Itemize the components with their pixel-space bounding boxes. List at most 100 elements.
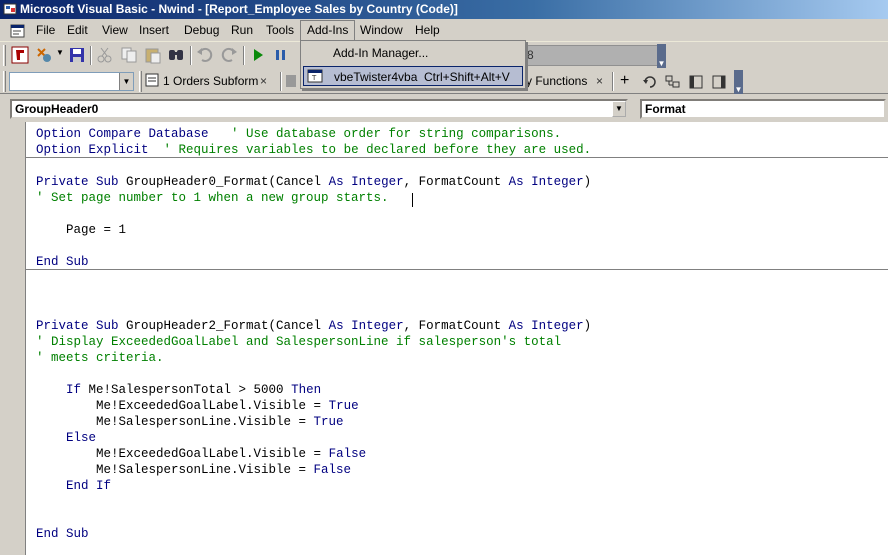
vbetwister-icon: T: [307, 69, 323, 83]
menu-run-label: Run: [231, 23, 254, 37]
code-editor[interactable]: Option Compare Database ' Use database o…: [26, 122, 888, 555]
toolbar-grip[interactable]: [3, 45, 6, 66]
menu-window[interactable]: Window: [354, 21, 409, 40]
toolbar-options-chevron[interactable]: ▼: [657, 44, 666, 68]
toolbar-separator: [280, 72, 282, 91]
tab-close-icon[interactable]: ×: [260, 72, 267, 91]
toolbar-grip[interactable]: [139, 71, 142, 92]
menu-tools[interactable]: Tools: [260, 21, 300, 40]
add-icon[interactable]: +: [620, 72, 629, 90]
toolbar-combo[interactable]: ▼: [9, 72, 134, 91]
code-token: , FormatCount: [403, 319, 509, 333]
code-token: Me!SalespersonLine.Visible =: [36, 463, 314, 477]
menu-run[interactable]: Run: [225, 21, 259, 40]
object-combo-arrow-icon[interactable]: ▼: [612, 101, 626, 117]
code-token: As Integer: [328, 319, 404, 333]
code-line[interactable]: Me!SalespersonLine.Visible = False: [36, 462, 351, 478]
code-token: Option Explicit: [36, 143, 149, 157]
dropdown-arrow-icon[interactable]: ▼: [56, 48, 64, 57]
copy-icon[interactable]: [120, 46, 138, 64]
code-line[interactable]: Else: [36, 430, 96, 446]
module-icon: [286, 75, 296, 87]
menu-add-ins[interactable]: Add-Ins: [300, 20, 356, 42]
save-icon[interactable]: [68, 46, 86, 64]
menu-tools-label: Tools: [266, 23, 295, 37]
menu-add-ins-label: Add-Ins: [307, 23, 349, 37]
menuitem-add-in-manager[interactable]: Add-In Manager...: [303, 43, 523, 63]
code-token: ): [583, 319, 592, 333]
redo-icon[interactable]: [220, 46, 238, 64]
combo-arrow-icon[interactable]: ▼: [119, 73, 133, 90]
menu-debug[interactable]: Debug: [178, 21, 225, 40]
toolbar-separator: [612, 72, 614, 91]
code-line[interactable]: Page = 1: [36, 222, 126, 238]
run-icon[interactable]: [249, 46, 267, 64]
panel-left-icon[interactable]: [687, 73, 705, 91]
code-token: GroupHeader2_Format(Cancel: [126, 319, 329, 333]
tab-close-icon[interactable]: ×: [596, 72, 603, 91]
code-token: ' Use database order for string comparis…: [208, 127, 562, 141]
menu-file[interactable]: File: [30, 21, 61, 40]
tab-orders-subform-label: 1 Orders Subform: [163, 74, 259, 88]
object-combo-value: GroupHeader0: [15, 102, 99, 116]
tab-utility-functions[interactable]: y Functions: [526, 72, 587, 91]
code-line[interactable]: Private Sub GroupHeader0_Format(Cancel A…: [36, 174, 591, 190]
find-icon[interactable]: [167, 46, 185, 64]
undo-icon[interactable]: [196, 46, 214, 64]
menu-edit[interactable]: Edit: [61, 21, 94, 40]
code-line[interactable]: Me!ExceededGoalLabel.Visible = True: [36, 398, 359, 414]
code-token: Me!SalespersonLine.Visible =: [36, 415, 314, 429]
toolbar-separator: [90, 46, 92, 65]
title-bar: Microsoft Visual Basic - Nwind - [Report…: [0, 0, 888, 19]
code-line[interactable]: Option Explicit ' Requires variables to …: [36, 142, 591, 158]
break-icon[interactable]: [272, 46, 290, 64]
code-token: True: [328, 399, 359, 413]
refresh-icon[interactable]: [641, 73, 659, 91]
menu-view-label: View: [102, 23, 128, 37]
code-token: Option Compare Database: [36, 127, 209, 141]
code-line[interactable]: Me!ExceededGoalLabel.Visible = False: [36, 446, 366, 462]
window-title: Microsoft Visual Basic - Nwind - [Report…: [20, 2, 458, 16]
vb-app-icon[interactable]: [3, 2, 17, 16]
procedure-combo[interactable]: Format: [640, 99, 886, 119]
code-token: Private Sub: [36, 175, 127, 189]
object-browser-icon[interactable]: [664, 73, 682, 91]
procedure-combo-value: Format: [645, 102, 686, 116]
code-window-icon[interactable]: [10, 23, 26, 39]
code-line[interactable]: End Sub: [36, 254, 89, 270]
toolbar-grip[interactable]: [3, 71, 6, 92]
object-combo[interactable]: GroupHeader0 ▼: [10, 99, 628, 119]
code-token: If: [66, 383, 89, 397]
toolbar-location-box: 8: [526, 45, 662, 66]
code-line[interactable]: Private Sub GroupHeader2_Format(Cancel A…: [36, 318, 591, 334]
code-line[interactable]: ' Display ExceededGoalLabel and Salesper…: [36, 334, 561, 350]
code-token: False: [328, 447, 367, 461]
insert-module-icon[interactable]: [35, 46, 53, 64]
code-line[interactable]: End If: [36, 478, 111, 494]
panel-right-icon[interactable]: [710, 73, 728, 91]
code-token: ' meets criteria.: [36, 351, 164, 365]
code-token: True: [313, 415, 344, 429]
margin-indicator-bar[interactable]: [0, 122, 26, 555]
menuitem-vbetwister4vba-label: vbeTwister4vba: [334, 70, 418, 84]
code-line[interactable]: If Me!SalespersonTotal > 5000 Then: [36, 382, 321, 398]
view-access-icon[interactable]: [11, 46, 29, 64]
cut-icon[interactable]: [96, 46, 114, 64]
menu-insert[interactable]: Insert: [133, 21, 175, 40]
tab-orders-subform[interactable]: 1 Orders Subform: [163, 72, 258, 91]
menuitem-vbetwister4vba[interactable]: T vbeTwister4vba Ctrl+Shift+Alt+V: [303, 66, 523, 86]
code-line[interactable]: End Sub: [36, 526, 89, 542]
code-token: End Sub: [36, 255, 89, 269]
toolbar-options-chevron[interactable]: ▼: [734, 70, 743, 94]
code-line[interactable]: ' meets criteria.: [36, 350, 164, 366]
paste-icon[interactable]: [144, 46, 162, 64]
code-token: End If: [66, 479, 112, 493]
code-line[interactable]: Me!SalespersonLine.Visible = True: [36, 414, 344, 430]
code-line[interactable]: ' Set page number to 1 when a new group …: [36, 190, 389, 206]
code-token: GroupHeader0_Format(Cancel: [126, 175, 329, 189]
code-line[interactable]: Option Compare Database ' Use database o…: [36, 126, 561, 142]
menu-window-label: Window: [360, 23, 403, 37]
menu-view[interactable]: View: [96, 21, 134, 40]
menu-help[interactable]: Help: [409, 21, 446, 40]
